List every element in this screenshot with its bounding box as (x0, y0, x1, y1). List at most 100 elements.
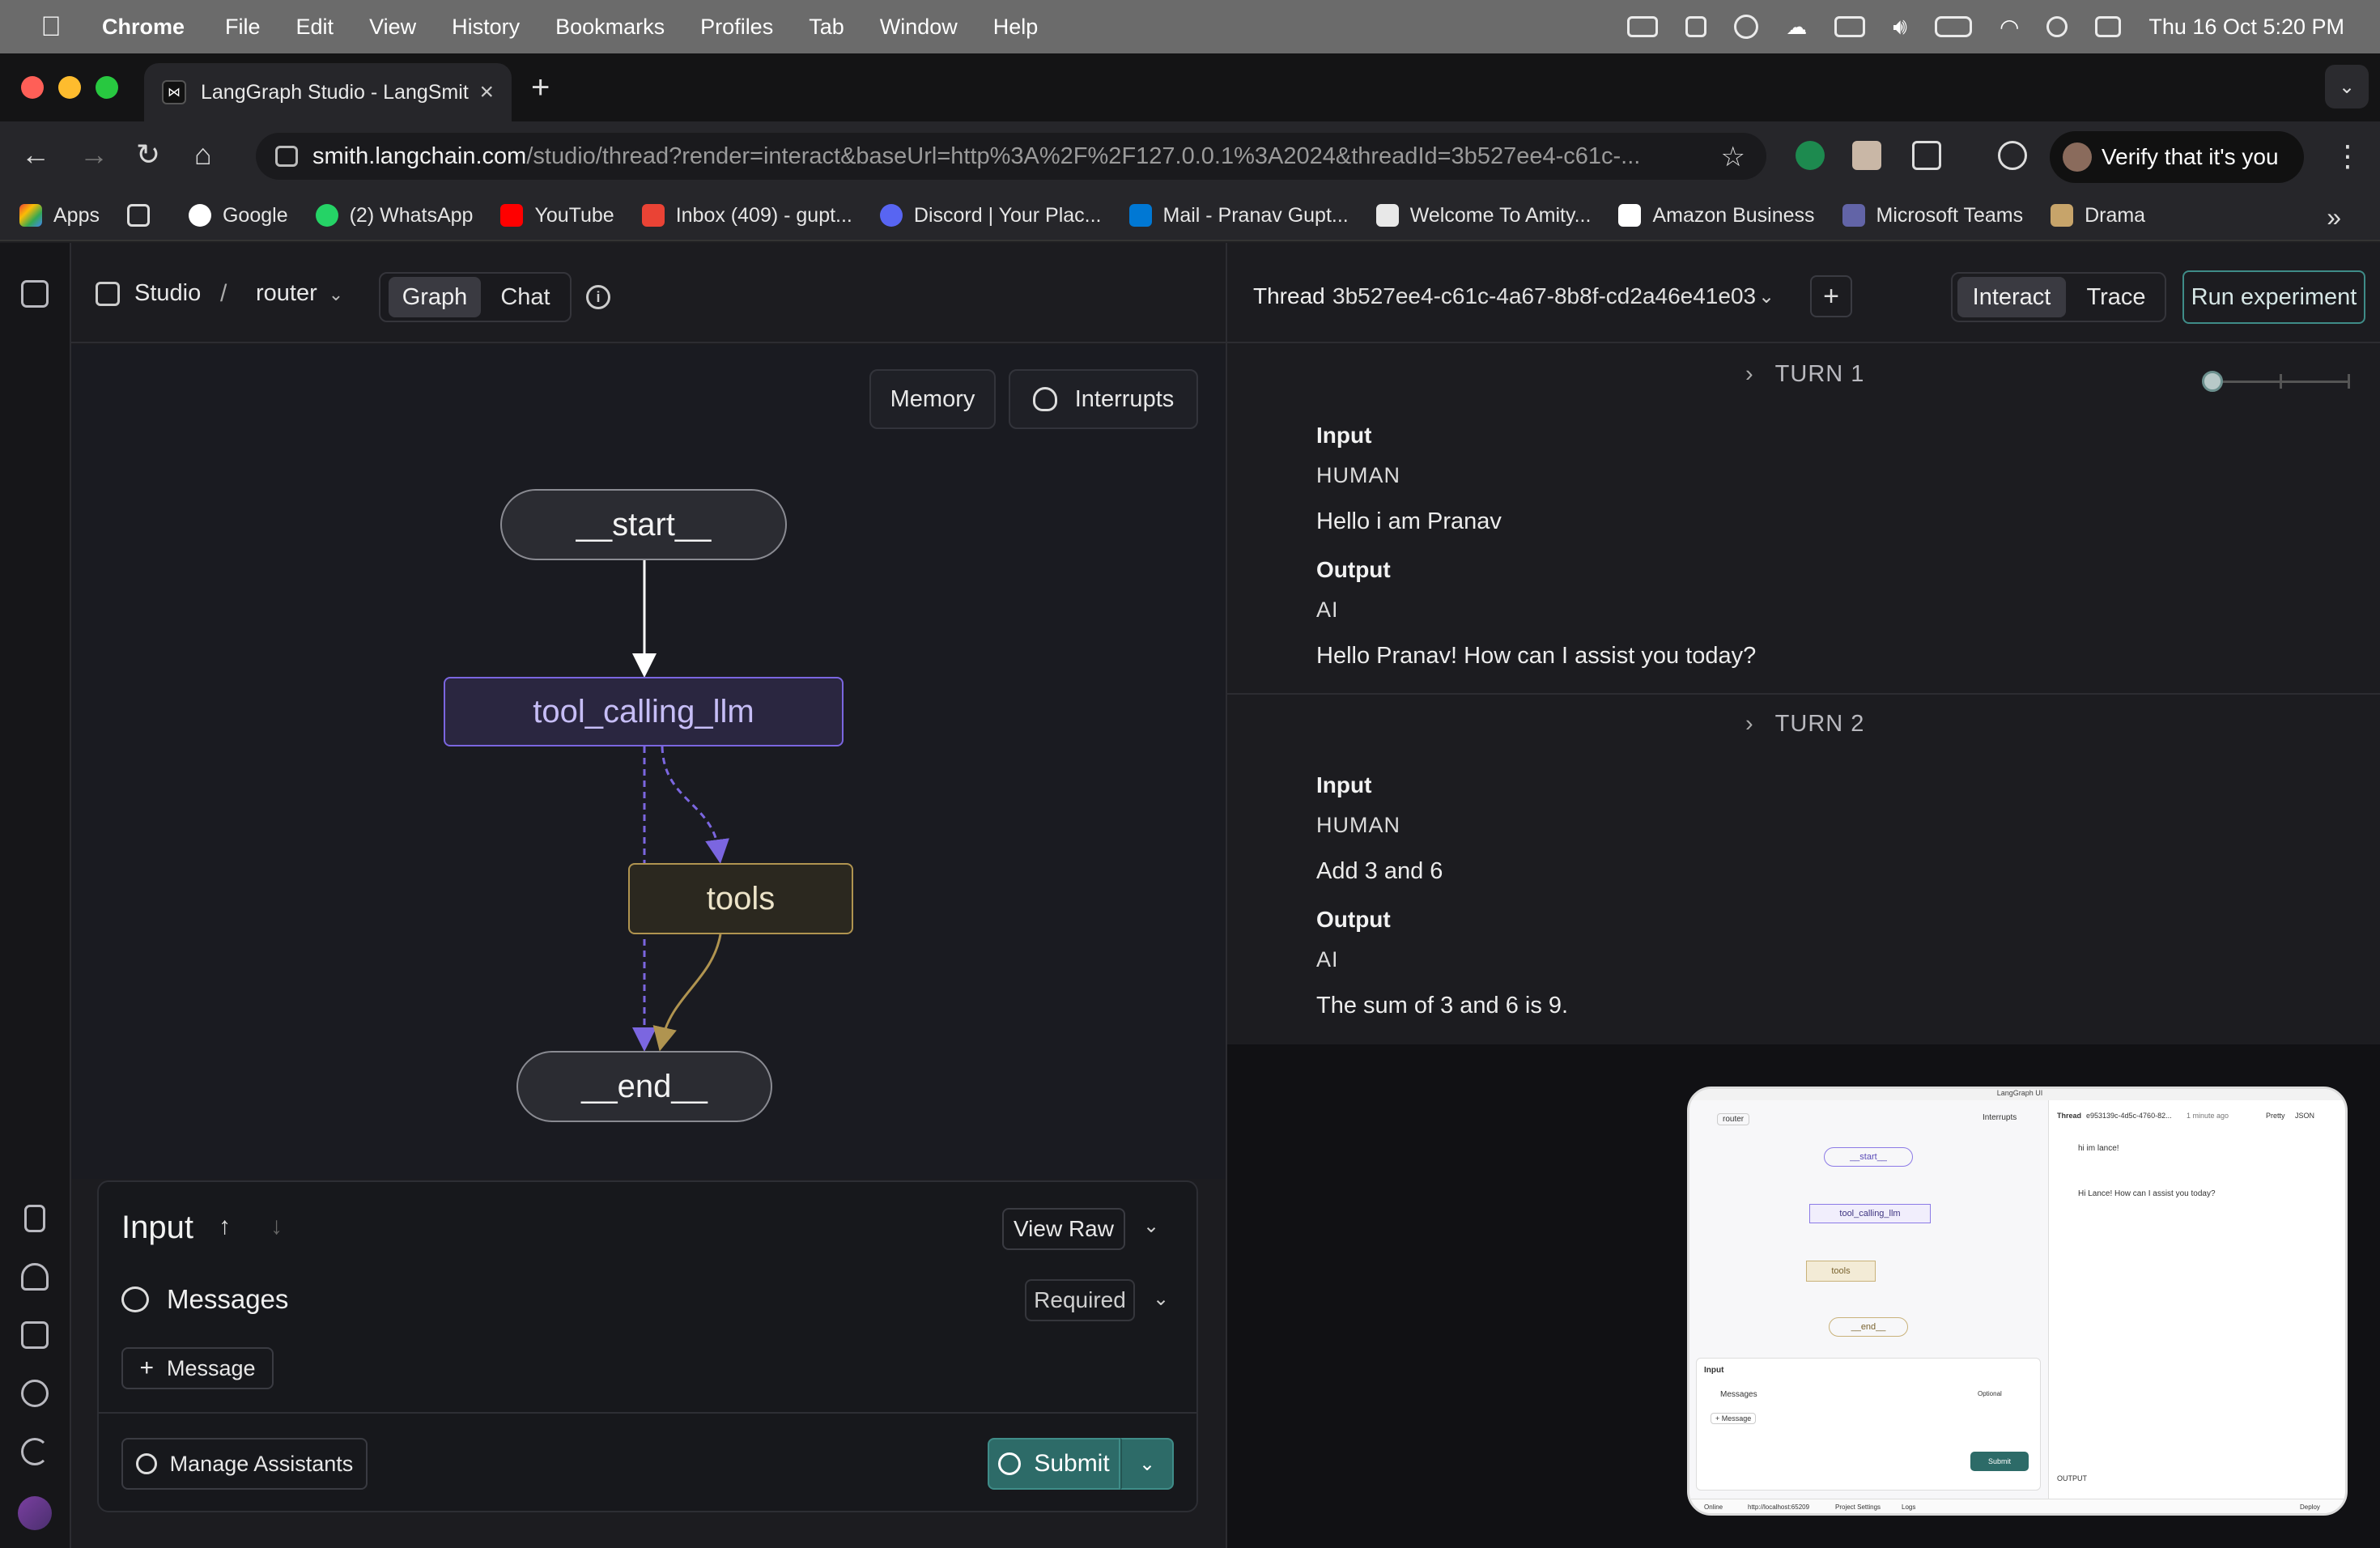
arrow-up-icon[interactable]: ↑ (219, 1213, 231, 1240)
manage-assistants-button[interactable]: Manage Assistants (121, 1438, 368, 1490)
menu-help[interactable]: Help (993, 15, 1039, 40)
menu-window[interactable]: Window (880, 15, 958, 40)
picture-in-picture-preview[interactable]: LangGraph UI router Interrupts __start__… (1687, 1087, 2348, 1516)
zoom-window-button[interactable] (96, 76, 118, 99)
menu-bookmarks[interactable]: Bookmarks (555, 15, 665, 40)
messages-chevron-icon[interactable]: ⌄ (1153, 1287, 1169, 1311)
node-end[interactable]: __end__ (516, 1051, 772, 1122)
menu-tab[interactable]: Tab (809, 15, 844, 40)
chevron-down-icon: ⌄ (328, 284, 344, 304)
youtube-icon (500, 204, 524, 227)
volume-icon[interactable]: 🔊︎ (1893, 14, 1907, 40)
bookmark-teams[interactable]: Microsoft Teams (1842, 204, 2023, 228)
tab-trace[interactable]: Trace (2074, 277, 2158, 317)
grammarly-extension-icon[interactable] (1796, 141, 1825, 170)
view-raw-button[interactable]: View Raw (1002, 1208, 1125, 1250)
left-rail (0, 243, 71, 1548)
menu-history[interactable]: History (452, 15, 520, 40)
turn-1-output-text: Hello Pranav! How can I assist you today… (1316, 643, 1757, 669)
dark-mode-icon[interactable] (21, 1438, 49, 1465)
bookmark-outlook[interactable]: Mail - Pranav Gupt... (1128, 204, 1349, 228)
menu-edit[interactable]: Edit (296, 15, 334, 40)
tab-chat[interactable]: Chat (489, 277, 562, 317)
bookmark-drama[interactable]: Drama (2051, 204, 2145, 228)
turn-2-header[interactable]: › TURN 2 (1745, 711, 1864, 738)
apple-menu-icon[interactable]:  (29, 5, 73, 49)
submit-button[interactable]: Submit (988, 1438, 1120, 1490)
bookmark-google[interactable]: Google (188, 204, 288, 228)
control-center-icon[interactable] (2095, 16, 2122, 37)
bookmark-discord[interactable]: Discord | Your Plac... (879, 204, 1102, 228)
bookmark-star-icon[interactable]: ☆ (1721, 141, 1745, 173)
bookmark-gmail[interactable]: Inbox (409) - gupt... (641, 204, 852, 228)
extensions-puzzle-icon[interactable] (1912, 141, 1941, 170)
chrome-menu-icon[interactable]: ⋮ (2333, 139, 2362, 173)
add-message-button[interactable]: + Message (121, 1347, 274, 1389)
forward-arrow-icon[interactable]: → (79, 138, 108, 172)
tab-search-chevron-icon[interactable]: ⌄ (2325, 65, 2369, 108)
new-tab-button[interactable]: + (531, 70, 550, 106)
bookmark-tab-groups[interactable] (126, 204, 161, 227)
pip-messages: Messages (1720, 1390, 1757, 1399)
pip-tab-json: JSON (2295, 1112, 2315, 1120)
memory-button[interactable]: Memory (869, 369, 996, 429)
reload-icon[interactable]: ↻ (136, 138, 160, 172)
profile-avatar (2063, 142, 2092, 172)
menu-bar-clock[interactable]: Thu 16 Oct 5:20 PM (2148, 15, 2344, 40)
add-user-icon[interactable] (21, 1380, 49, 1407)
more-bookmarks-icon[interactable]: » (2327, 202, 2341, 232)
collapse-chevron-icon[interactable]: ⌄ (1143, 1214, 1159, 1238)
bookmark-apps[interactable]: Apps (19, 204, 100, 228)
mail-icon[interactable] (21, 1321, 49, 1349)
graph-selector[interactable]: router ⌄ (256, 280, 343, 307)
address-bar[interactable]: smith.langchain.com/studio/thread?render… (256, 133, 1766, 180)
performance-icon[interactable] (1998, 141, 2027, 170)
turn-slider-thumb[interactable] (2202, 371, 2223, 392)
minimize-window-button[interactable] (58, 76, 81, 99)
thread-chevron-down-icon[interactable]: ⌄ (1758, 285, 1774, 308)
close-tab-icon[interactable]: × (479, 79, 494, 106)
turn-1-header[interactable]: › TURN 1 (1745, 361, 1864, 388)
interrupts-button[interactable]: Interrupts (1009, 369, 1198, 429)
bookmark-whatsapp[interactable]: (2) WhatsApp (315, 204, 473, 228)
battery-icon[interactable] (1934, 16, 1972, 37)
display-icon[interactable] (1627, 16, 1659, 37)
play-icon[interactable] (1734, 15, 1759, 39)
tab-interact[interactable]: Interact (1957, 277, 2066, 317)
menu-profiles[interactable]: Profiles (700, 15, 773, 40)
screen-share-icon[interactable] (1834, 16, 1866, 37)
back-arrow-icon[interactable]: ← (21, 138, 50, 172)
site-settings-icon[interactable] (275, 146, 298, 167)
tab-graph[interactable]: Graph (389, 277, 481, 317)
user-avatar[interactable] (18, 1496, 52, 1530)
app-menu-chrome[interactable]: Chrome (102, 15, 185, 40)
browser-tab[interactable]: ⋈ LangGraph Studio - LangSmith × (144, 63, 512, 121)
bookmark-amity[interactable]: Welcome To Amity... (1375, 204, 1591, 228)
node-start[interactable]: __start__ (500, 489, 787, 560)
close-window-button[interactable] (21, 76, 44, 99)
menu-file[interactable]: File (225, 15, 261, 40)
arrow-down-icon[interactable]: ↓ (270, 1213, 283, 1240)
submit-options-chevron-icon[interactable]: ⌄ (1120, 1438, 1174, 1490)
bookmark-youtube[interactable]: YouTube (500, 204, 614, 228)
contacts-icon[interactable] (1685, 16, 1707, 37)
menu-view[interactable]: View (369, 15, 416, 40)
verify-identity-button[interactable]: Verify that it's you (2050, 131, 2304, 183)
thread-id-selector[interactable]: 3b527ee4-c61c-4a67-8b8f-cd2a46e41e03 (1332, 283, 1756, 309)
run-experiment-button[interactable]: Run experiment (2182, 270, 2365, 324)
toggle-sidebar-icon[interactable] (21, 280, 49, 308)
node-tools[interactable]: tools (628, 863, 853, 934)
weather-icon[interactable]: ☁ (1786, 15, 1807, 40)
spotlight-search-icon[interactable] (2046, 16, 2068, 37)
docs-icon[interactable] (24, 1205, 45, 1232)
new-thread-button[interactable]: + (1810, 275, 1852, 317)
extension-icon[interactable] (1852, 141, 1881, 170)
node-tool-calling-llm[interactable]: tool_calling_llm (444, 677, 844, 746)
bookmark-amazon[interactable]: Amazon Business (1618, 204, 1815, 228)
notifications-icon[interactable] (21, 1263, 49, 1291)
studio-breadcrumb[interactable]: Studio (96, 280, 201, 307)
info-icon[interactable]: i (586, 285, 610, 309)
home-icon[interactable]: ⌂ (194, 138, 212, 172)
document-icon (1375, 204, 1399, 227)
wifi-icon[interactable]: ◠ (2000, 14, 2019, 40)
